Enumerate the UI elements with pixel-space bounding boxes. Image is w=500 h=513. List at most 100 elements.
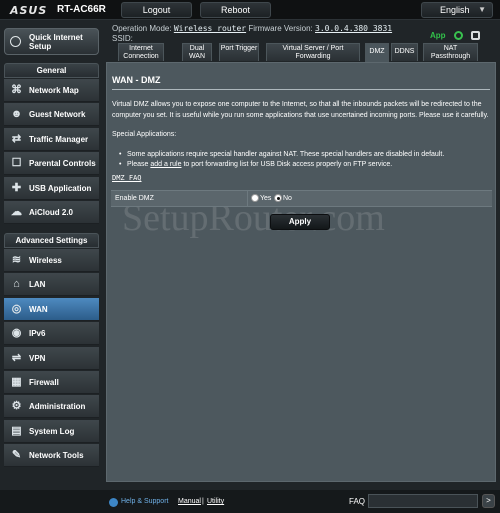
status-info: Operation Mode: Wireless router Firmware…: [112, 24, 392, 33]
operation-mode-link[interactable]: Wireless router: [174, 24, 246, 33]
sidebar-item-label: Guest Network: [29, 110, 86, 120]
sidebar-item-label: IPv6: [29, 329, 46, 339]
manual-link[interactable]: Manual: [178, 498, 201, 505]
guest-network-icon: ☻: [10, 108, 23, 121]
bullet-text: to port forwarding list for USB Disk acc…: [181, 161, 393, 168]
internet-status-icon[interactable]: [454, 31, 464, 41]
sidebar-item-ipv6[interactable]: ◉ IPv6: [4, 322, 99, 346]
sidebar-item-network-map[interactable]: ⌘ Network Map: [4, 79, 99, 102]
tab-internet-connection[interactable]: Internet Connection: [118, 43, 164, 61]
sidebar-item-label: System Log: [29, 426, 75, 436]
usb-status-icon[interactable]: [471, 31, 481, 41]
quick-setup-label: Quick Internet Setup: [29, 33, 83, 51]
sidebar-item-network-tools[interactable]: ✎ Network Tools: [4, 444, 99, 468]
radio-icon: [251, 194, 259, 202]
advanced-settings-header: Advanced Settings: [4, 233, 99, 248]
tab-ddns[interactable]: DDNS: [391, 43, 418, 61]
sidebar-item-label: Network Tools: [29, 451, 84, 461]
quick-internet-setup-button[interactable]: Quick Internet Setup: [4, 28, 99, 55]
traffic-manager-icon: ⇄: [11, 132, 22, 145]
tab-nat-passthrough[interactable]: NAT Passthrough: [423, 43, 478, 61]
content-panel: [106, 62, 496, 482]
router-admin-page: ASUS RT-AC66R Logout Reboot English ▼ Op…: [0, 0, 500, 513]
status-icons: App: [430, 27, 494, 41]
sidebar-item-usb-application[interactable]: ✚ USB Application: [4, 176, 99, 200]
sidebar-item-label: AiCloud 2.0: [29, 208, 74, 217]
add-rule-link[interactable]: add a rule: [150, 161, 181, 168]
enable-dmz-label: Enable DMZ: [115, 195, 154, 202]
language-select[interactable]: English ▼: [421, 2, 493, 18]
enable-dmz-yes-radio[interactable]: Yes: [251, 194, 271, 202]
network-tools-icon: ✎: [11, 449, 22, 462]
sidebar-item-label: Parental Controls: [29, 159, 96, 169]
administration-icon: ⚙: [11, 400, 22, 413]
sidebar-item-system-log[interactable]: ▤ System Log: [4, 419, 99, 443]
chevron-down-icon: ▼: [478, 5, 486, 14]
special-applications-list: Some applications require special handle…: [112, 150, 444, 170]
enable-dmz-no-radio[interactable]: No: [274, 194, 292, 202]
tab-port-trigger[interactable]: Port Trigger: [219, 43, 259, 61]
wireless-icon: ≋: [11, 254, 22, 266]
page-title: WAN - DMZ: [112, 75, 161, 85]
lan-icon: ⌂: [13, 278, 20, 291]
radio-selected-icon: [274, 194, 282, 202]
operation-mode-label: Operation Mode:: [112, 24, 172, 33]
sidebar-item-label: Wireless: [29, 256, 62, 265]
general-section-header: General: [4, 63, 99, 78]
faq-go-button[interactable]: >: [482, 494, 495, 508]
sidebar-item-vpn[interactable]: ⇌ VPN: [4, 346, 99, 370]
special-applications-heading: Special Applications:: [112, 131, 177, 138]
reboot-button[interactable]: Reboot: [200, 2, 271, 18]
sidebar-item-label: LAN: [29, 280, 46, 290]
model-name: RT-AC66R: [57, 4, 106, 15]
tab-virtual-server-port-forwarding[interactable]: Virtual Server / Port Forwarding: [266, 43, 360, 61]
radio-label: Yes: [260, 194, 272, 202]
sidebar-item-wan[interactable]: ◎ WAN: [4, 297, 99, 321]
sidebar-item-label: Administration: [29, 402, 86, 412]
help-support-link[interactable]: Help & Support: [121, 498, 168, 505]
apply-button[interactable]: Apply: [270, 214, 330, 230]
tab-dual-wan[interactable]: Dual WAN: [182, 43, 212, 61]
ipv6-icon: ◉: [11, 327, 22, 340]
app-link[interactable]: App: [430, 31, 446, 40]
top-bar: ASUS RT-AC66R Logout Reboot English ▼: [0, 0, 500, 20]
system-log-icon: ▤: [11, 424, 22, 437]
utility-link[interactable]: Utility: [207, 498, 224, 505]
aicloud-icon: ☁: [11, 206, 22, 218]
wan-icon: ◎: [11, 302, 22, 315]
radio-label: No: [283, 194, 292, 202]
enable-dmz-row: Enable DMZ Yes No: [111, 190, 492, 207]
usb-application-icon: ✚: [11, 181, 22, 194]
sidebar-item-aicloud-2-0[interactable]: ☁ AiCloud 2.0: [4, 201, 99, 224]
vpn-icon: ⇌: [11, 351, 22, 364]
logout-button[interactable]: Logout: [121, 2, 192, 18]
firewall-icon: ▦: [11, 376, 22, 388]
title-divider: [112, 89, 490, 90]
list-item: Please add a rule to port forwarding lis…: [112, 160, 444, 170]
footer-separator: |: [202, 498, 204, 505]
tab-dmz[interactable]: DMZ: [365, 43, 389, 62]
sidebar-item-guest-network[interactable]: ☻ Guest Network: [4, 103, 99, 127]
globe-icon: [10, 36, 21, 47]
sidebar-item-administration[interactable]: ⚙ Administration: [4, 395, 99, 419]
faq-label: FAQ: [349, 497, 366, 506]
sidebar-item-lan[interactable]: ⌂ LAN: [4, 273, 99, 297]
row-divider: [247, 191, 248, 206]
parental-controls-icon: ☐: [11, 157, 22, 170]
list-item: Some applications require special handle…: [112, 150, 444, 160]
firmware-link[interactable]: 3.0.0.4.380_3831: [315, 24, 392, 33]
sidebar-item-label: USB Application: [29, 183, 92, 193]
sidebar-item-wireless[interactable]: ≋ Wireless: [4, 249, 99, 272]
sidebar-item-label: Traffic Manager: [29, 134, 89, 144]
sidebar-item-parental-controls[interactable]: ☐ Parental Controls: [4, 152, 99, 176]
network-map-icon: ⌘: [11, 84, 22, 96]
sidebar-item-firewall[interactable]: ▦ Firewall: [4, 371, 99, 394]
sidebar-item-label: Firewall: [29, 378, 59, 387]
sidebar-item-label: Network Map: [29, 86, 79, 95]
dmz-description: Virtual DMZ allows you to expose one com…: [112, 101, 489, 119]
bullet-text: Please: [127, 161, 151, 168]
sidebar-item-label: VPN: [29, 353, 46, 363]
sidebar-item-traffic-manager[interactable]: ⇄ Traffic Manager: [4, 127, 99, 151]
dmz-faq-link[interactable]: DMZ FAQ: [112, 174, 142, 182]
faq-search-input[interactable]: [368, 494, 478, 508]
